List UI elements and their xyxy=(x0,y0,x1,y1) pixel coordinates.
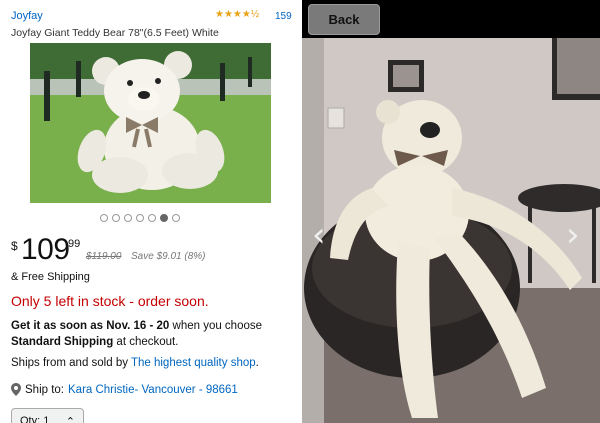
delivery-estimate: Get it as soon as Nov. 16 - 20 when you … xyxy=(11,318,296,350)
price-whole: 109 xyxy=(21,233,70,266)
product-detail-panel: Joyfay ★★★★½ 159 Joyfay Giant Teddy Bear… xyxy=(0,0,302,423)
image-viewer-panel: Back ‹ › xyxy=(302,0,600,423)
ship-to-address-link[interactable]: Kara Christie- Vancouver - 98661 xyxy=(68,384,238,396)
brand-link[interactable]: Joyfay xyxy=(11,10,43,22)
star-rating-icon[interactable]: ★★★★½ xyxy=(215,9,259,20)
delivery-suffix: at checkout. xyxy=(113,336,179,348)
list-price: $119.00 xyxy=(86,251,122,262)
prev-arrow-icon[interactable]: ‹ xyxy=(312,215,326,255)
teddy-bear-in-room-image: ‹ › xyxy=(302,38,600,423)
teddy-bear-on-grass-image xyxy=(30,43,271,203)
delivery-dates: Nov. 16 - 20 xyxy=(106,320,170,332)
ship-to-row[interactable]: Ship to: Kara Christie- Vancouver - 9866… xyxy=(11,383,238,396)
stock-status: Only 5 left in stock - order soon. xyxy=(11,293,209,309)
carousel-dot[interactable] xyxy=(100,214,108,222)
carousel-dot[interactable] xyxy=(124,214,132,222)
product-image[interactable] xyxy=(30,43,271,203)
price-currency: $ xyxy=(11,239,18,253)
seller-prefix: Ships from and sold by xyxy=(11,357,131,369)
seller-suffix: . xyxy=(255,357,259,369)
free-shipping-label: & Free Shipping xyxy=(11,271,90,283)
rating-count-link[interactable]: 159 xyxy=(275,11,292,22)
quantity-label: Qty: 1 xyxy=(20,415,50,423)
quantity-dropdown[interactable]: Qty: 1 ⌃ xyxy=(11,408,84,423)
seller-info: Ships from and sold by The highest quali… xyxy=(11,357,259,369)
delivery-method: Standard Shipping xyxy=(11,336,114,348)
ship-to-label: Ship to: xyxy=(25,383,64,396)
customer-photo[interactable]: ‹ › xyxy=(302,38,600,423)
delivery-middle: when you choose xyxy=(169,320,263,332)
back-button[interactable]: Back xyxy=(308,4,380,35)
savings-text: Save $9.01 (8%) xyxy=(131,251,206,262)
carousel-dot[interactable] xyxy=(112,214,120,222)
location-pin-icon xyxy=(11,383,21,396)
product-title: Joyfay Giant Teddy Bear 78"(6.5 Feet) Wh… xyxy=(11,27,219,39)
next-arrow-icon[interactable]: › xyxy=(566,215,580,255)
carousel-dot[interactable] xyxy=(136,214,144,222)
image-carousel-dots[interactable] xyxy=(100,214,180,222)
carousel-dot[interactable] xyxy=(160,214,168,222)
price-cents: 99 xyxy=(68,238,81,250)
chevron-updown-icon: ⌃ xyxy=(65,416,75,423)
carousel-dot[interactable] xyxy=(172,214,180,222)
delivery-prefix: Get it as soon as xyxy=(11,320,107,332)
seller-link[interactable]: The highest quality shop xyxy=(131,357,256,369)
carousel-dot[interactable] xyxy=(148,214,156,222)
